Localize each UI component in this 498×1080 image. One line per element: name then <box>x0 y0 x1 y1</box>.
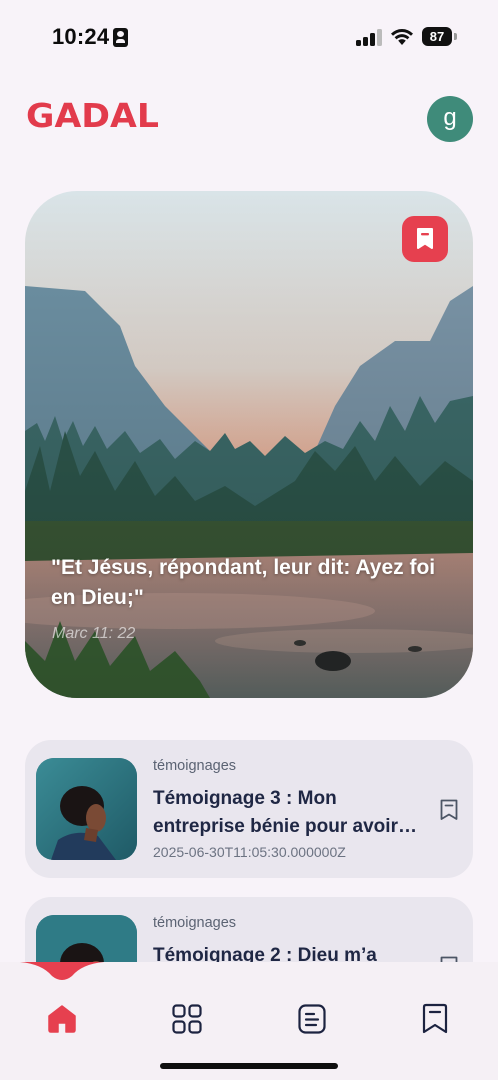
home-indicator[interactable] <box>160 1063 338 1069</box>
active-tab-indicator <box>20 962 104 980</box>
person-portrait-image <box>36 758 137 860</box>
bookmark-icon <box>422 1003 448 1034</box>
status-time: 10:24 <box>52 24 110 49</box>
home-icon <box>48 1005 76 1033</box>
bookmark-icon[interactable] <box>439 799 459 821</box>
contact-card-icon <box>113 28 128 47</box>
bookmark-button[interactable] <box>402 216 448 262</box>
article-thumbnail <box>36 758 137 860</box>
battery-cap <box>454 33 457 40</box>
article-category: témoignages <box>153 915 237 931</box>
bookmark-icon <box>417 228 433 249</box>
verse-text: "Et Jésus, répondant, leur dit: Ayez foi… <box>51 556 436 609</box>
battery-icon: 87 <box>422 27 452 46</box>
nav-categories[interactable] <box>170 1002 204 1036</box>
status-bar: 10:24 87 <box>0 0 498 72</box>
cellular-signal-icon <box>356 29 382 46</box>
grid-icon <box>172 1004 202 1034</box>
articles-icon <box>298 1004 326 1034</box>
wifi-icon <box>391 29 413 45</box>
app-logo[interactable]: GADAL <box>26 96 159 135</box>
article-card[interactable]: témoignages Témoignage 3 : Mon entrepris… <box>25 740 473 878</box>
article-date: 2025-06-30T11:05:30.000000Z <box>153 844 346 860</box>
user-avatar[interactable]: g <box>427 96 473 142</box>
article-title[interactable]: Témoignage 3 : Mon entreprise bénie pour… <box>153 785 427 841</box>
verse-reference: Marc 11: 22 <box>52 625 136 642</box>
verse-of-the-day-card[interactable]: "Et Jésus, répondant, leur dit: Ayez foi… <box>25 191 473 698</box>
valley-landscape-image <box>25 191 473 698</box>
nav-bookmarks[interactable] <box>418 1002 452 1036</box>
nav-home[interactable] <box>45 1002 79 1036</box>
nav-articles[interactable] <box>295 1002 329 1036</box>
article-category: témoignages <box>153 758 237 774</box>
